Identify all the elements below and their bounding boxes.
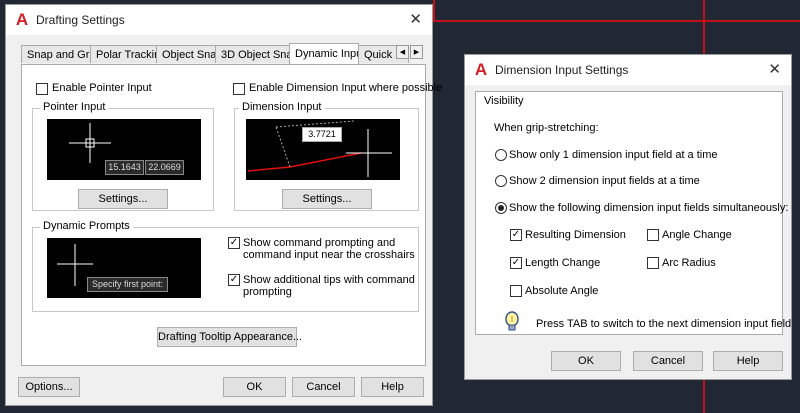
ok-button[interactable]: OK: [551, 351, 621, 371]
help-button[interactable]: Help: [713, 351, 783, 371]
show-additional-tips-label-2: prompting: [243, 286, 292, 298]
angle-change-label: Angle Change: [662, 229, 732, 241]
absolute-angle-label: Absolute Angle: [525, 285, 599, 297]
pointer-input-group-title: Pointer Input: [40, 101, 109, 113]
dynamic-input-panel: Enable Pointer Input Enable Dimension In…: [21, 64, 442, 366]
dimension-settings-button[interactable]: Settings...: [282, 189, 372, 209]
pointer-x-value: 15.1643: [105, 160, 144, 175]
dynamic-prompts-preview: Specify first point:: [47, 238, 201, 298]
pointer-input-preview: 15.1643 22.0669: [47, 119, 201, 180]
angle-change-checkbox[interactable]: [647, 229, 659, 241]
help-button[interactable]: Help: [361, 377, 424, 397]
options-button[interactable]: Options...: [18, 377, 80, 397]
dimension-value-field: 3.7721: [302, 127, 342, 142]
visibility-panel: Visibility When grip-stretching: Show on…: [475, 91, 791, 335]
enable-pointer-input-checkbox[interactable]: [36, 83, 48, 95]
show-command-prompting-label-1: Show command prompting and: [243, 237, 396, 249]
absolute-angle-checkbox[interactable]: [510, 285, 522, 297]
tab-dynamic-input[interactable]: Dynamic Input: [289, 43, 359, 64]
tab-switch-tip: Press TAB to switch to the next dimensio…: [536, 318, 792, 330]
length-change-label: Length Change: [525, 257, 601, 269]
show-additional-tips-checkbox[interactable]: ✓: [228, 274, 240, 286]
tab-polar-tracking[interactable]: Polar Tracking: [90, 45, 157, 63]
drafting-title-bar[interactable]: A Drafting Settings ✕: [6, 5, 432, 35]
tab-3d-object-snap[interactable]: 3D Object Snap: [215, 45, 290, 63]
show-additional-tips-label-1: Show additional tips with command: [243, 274, 415, 286]
close-icon[interactable]: ✕: [409, 10, 422, 28]
tab-scroll-left-button[interactable]: ◀: [396, 45, 409, 59]
pointer-y-value: 22.0669: [145, 160, 184, 175]
resulting-dimension-label: Resulting Dimension: [525, 229, 626, 241]
background-line-vertical-left: [433, 0, 435, 20]
cancel-button[interactable]: Cancel: [292, 377, 355, 397]
background-line-horizontal: [433, 20, 800, 22]
show-following-fields-radio[interactable]: [495, 202, 507, 214]
dialog-title: Dimension Input Settings: [495, 63, 629, 77]
close-icon[interactable]: ✕: [768, 60, 781, 78]
show-one-field-radio[interactable]: [495, 149, 507, 161]
drafting-tooltip-appearance-button[interactable]: Drafting Tooltip Appearance...: [157, 327, 302, 347]
enable-dimension-input-checkbox[interactable]: [233, 83, 245, 95]
tab-object-snap[interactable]: Object Snap: [156, 45, 216, 63]
arc-radius-checkbox[interactable]: [647, 257, 659, 269]
dynamic-prompts-group-title: Dynamic Prompts: [40, 220, 133, 232]
cancel-button[interactable]: Cancel: [633, 351, 703, 371]
enable-dimension-input-label: Enable Dimension Input where possible: [249, 82, 443, 94]
show-two-fields-radio[interactable]: [495, 175, 507, 187]
dimension-input-settings-dialog: A Dimension Input Settings ✕ Visibility …: [464, 54, 792, 380]
show-command-prompting-checkbox[interactable]: ✓: [228, 237, 240, 249]
enable-pointer-input-label: Enable Pointer Input: [52, 82, 152, 94]
show-command-prompting-label-2: command input near the crosshairs: [243, 249, 415, 261]
drafting-settings-dialog: A Drafting Settings ✕ Snap and Grid Pola…: [5, 4, 442, 406]
when-grip-stretching-label: When grip-stretching:: [494, 122, 599, 134]
lightbulb-icon: [505, 311, 519, 331]
show-following-fields-label: Show the following dimension input field…: [509, 202, 789, 214]
tab-scroll-right-button[interactable]: ▶: [410, 45, 423, 59]
pointer-settings-button[interactable]: Settings...: [78, 189, 168, 209]
resulting-dimension-checkbox[interactable]: ✓: [510, 229, 522, 241]
ok-button[interactable]: OK: [223, 377, 286, 397]
arc-radius-label: Arc Radius: [662, 257, 716, 269]
prompt-tooltip: Specify first point:: [87, 277, 168, 292]
tab-snap-and-grid[interactable]: Snap and Grid: [21, 45, 91, 63]
length-change-checkbox[interactable]: ✓: [510, 257, 522, 269]
dimension-input-group-title: Dimension Input: [239, 101, 325, 113]
dimension-input-preview: 3.7721: [246, 119, 400, 180]
autocad-logo-icon: A: [15, 10, 29, 29]
dimension-title-bar[interactable]: A Dimension Input Settings ✕: [465, 55, 791, 85]
dialog-title: Drafting Settings: [36, 13, 125, 27]
show-two-fields-label: Show 2 dimension input fields at a time: [509, 175, 700, 187]
show-one-field-label: Show only 1 dimension input field at a t…: [509, 149, 718, 161]
visibility-group-title: Visibility: [484, 95, 524, 107]
autocad-logo-icon: A: [474, 60, 488, 79]
